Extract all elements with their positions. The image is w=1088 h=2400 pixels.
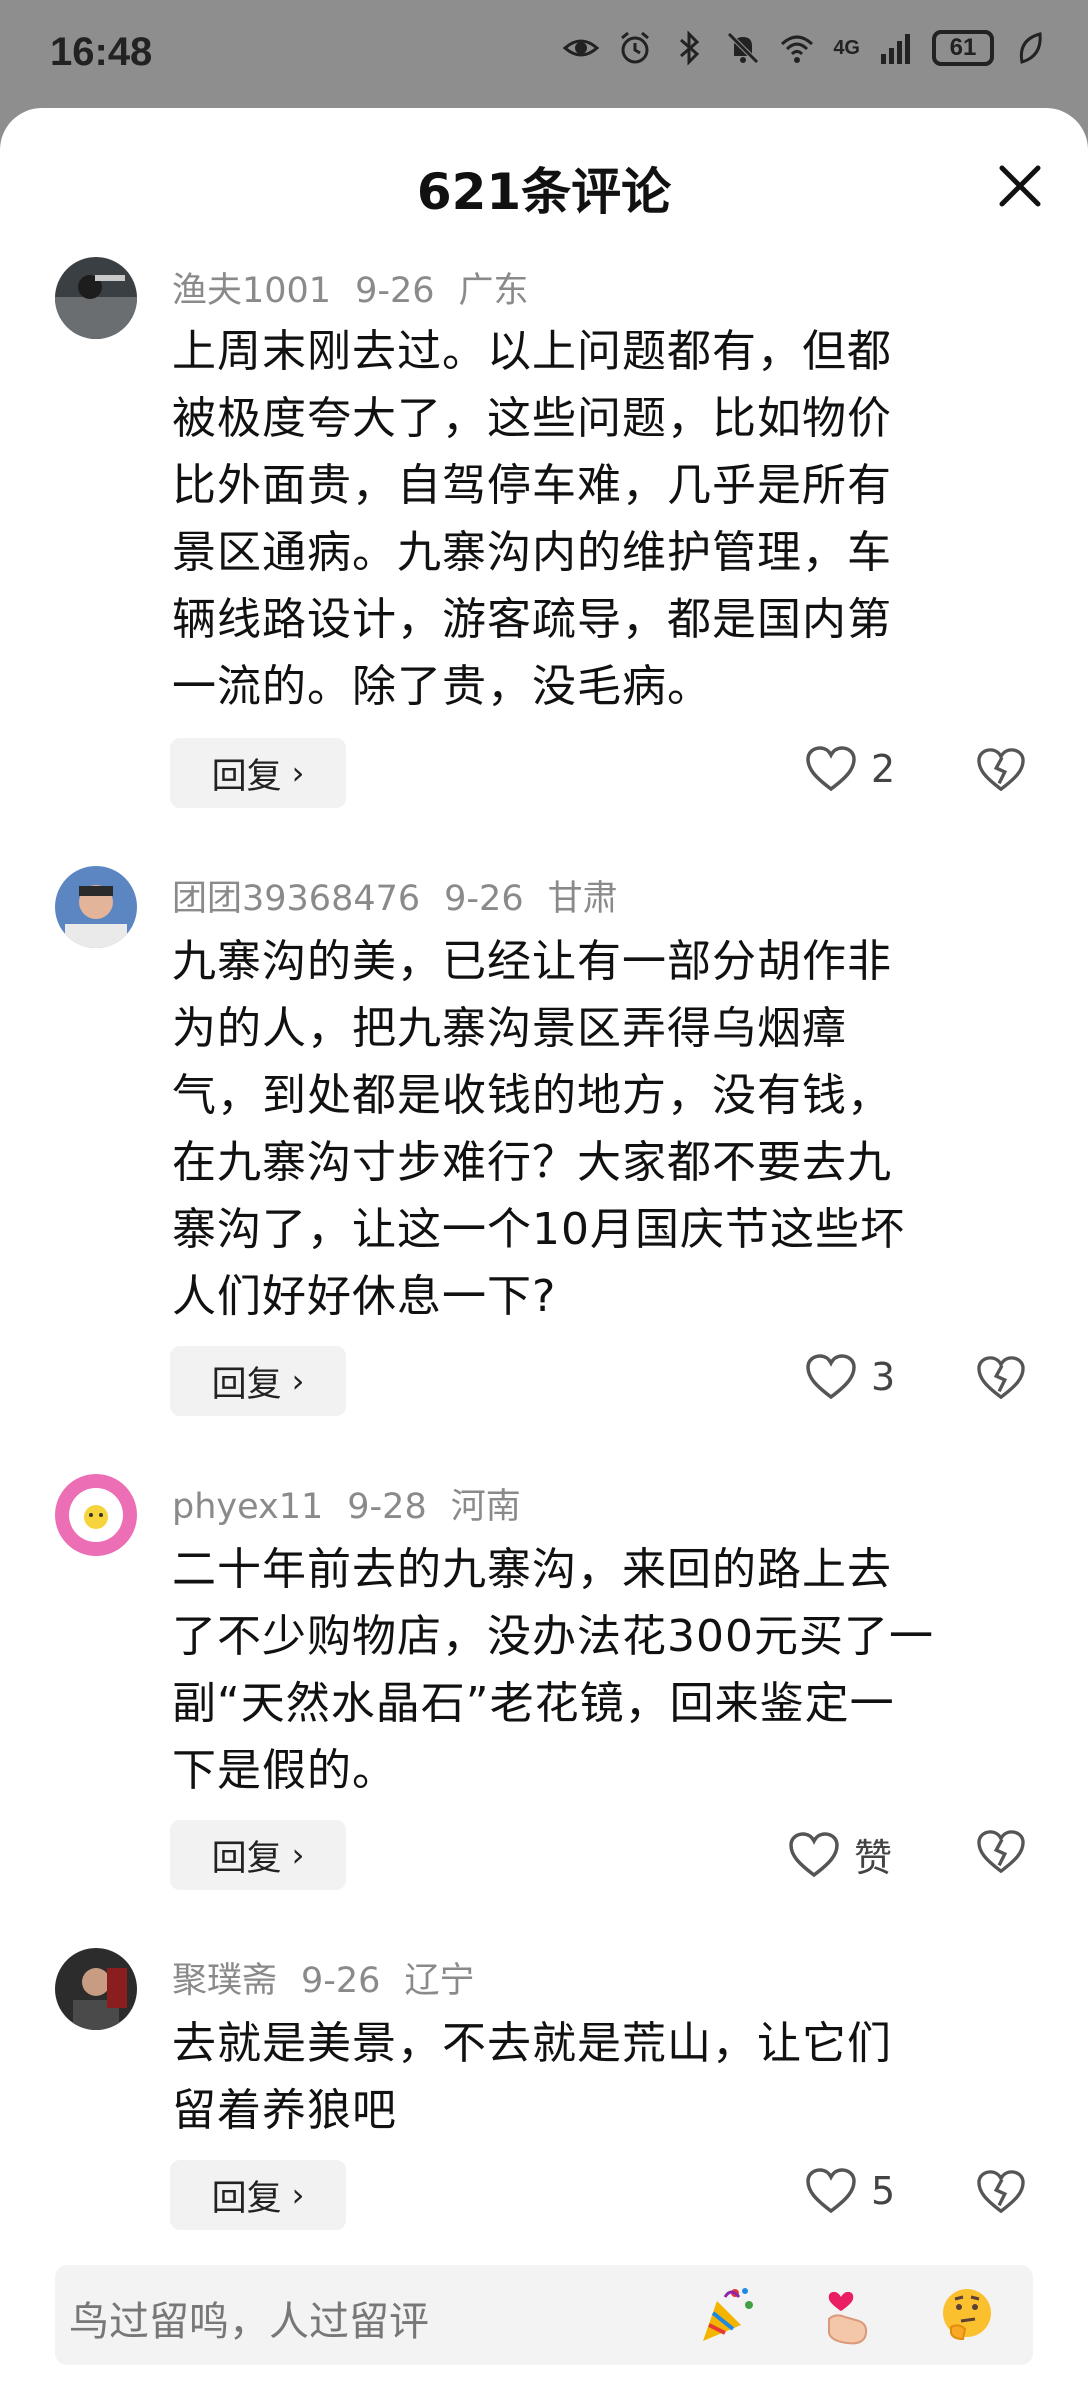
eye-icon: [563, 39, 600, 57]
comment-line: 一流的。除了贵，没毛病。: [172, 661, 712, 712]
comment-location: 广东: [458, 271, 529, 311]
comment-meta: phyex11 9-28 河南: [172, 1478, 545, 1529]
mute-bell-icon: [727, 32, 760, 64]
reply-label: 回复: [211, 1838, 282, 1879]
reply-label: 回复: [211, 1364, 282, 1405]
like-count: 3: [871, 1355, 896, 1399]
like-button[interactable]: 赞: [788, 1827, 892, 1882]
comment-username[interactable]: 聚璞斋: [172, 1961, 277, 2001]
comment-username[interactable]: 渔夫1001: [172, 271, 331, 311]
reply-label: 回复: [211, 756, 282, 797]
comment-location: 辽宁: [404, 1961, 475, 2001]
battery-indicator: 61: [932, 30, 994, 66]
comment-text: 二十年前去的九寨沟，来回的路上去 了不少购物店，没办法花300元买了一 副“天然…: [172, 1536, 1032, 1804]
leaf-icon: [1019, 32, 1042, 64]
comment-line: 为的人，把九寨沟景区弄得乌烟瘴: [172, 1003, 847, 1054]
comment-text: 九寨沟的美，已经让有一部分胡作非 为的人，把九寨沟景区弄得乌烟瘴 气，到处都是收…: [172, 928, 1032, 1330]
comment-line: 九寨沟的美，已经让有一部分胡作非: [172, 936, 892, 987]
comment-text: 上周末刚去过。以上问题都有，但都 被极度夸大了，这些问题，比如物价 比外面贵，自…: [172, 318, 1032, 720]
comment-line: 上周末刚去过。以上问题都有，但都: [172, 326, 892, 377]
comment-meta: 聚璞斋 9-26 辽宁: [172, 1952, 498, 2003]
alarm-icon: [621, 31, 650, 64]
chevron-right-icon: ›: [291, 754, 305, 792]
avatar[interactable]: [55, 1948, 137, 2030]
comment-line: 人们好好休息一下?: [172, 1271, 557, 1322]
comment-date: 9-26: [444, 879, 524, 919]
sheet-header: 621条评论: [0, 108, 1088, 258]
comment-username[interactable]: 团团39368476: [172, 879, 420, 919]
comment-line: 寨沟了，让这一个10月国庆节这些坏: [172, 1204, 905, 1255]
chevron-right-icon: ›: [291, 1362, 305, 1400]
comment-location: 河南: [450, 1487, 521, 1527]
network-type-label: 4G: [833, 36, 860, 59]
like-button[interactable]: 5: [805, 2167, 895, 2215]
broken-heart-icon[interactable]: [976, 1829, 1026, 1875]
broken-heart-icon[interactable]: [976, 2169, 1026, 2215]
comment-line: 比外面贵，自驾停车难，几乎是所有: [172, 460, 892, 511]
status-time: 16:48: [50, 30, 153, 74]
comment-username[interactable]: phyex11: [172, 1487, 323, 1527]
thinking-face-icon[interactable]: [935, 2283, 999, 2347]
avatar[interactable]: [55, 866, 137, 948]
reply-button[interactable]: 回复 ›: [170, 1820, 346, 1890]
heart-icon: [789, 1831, 839, 1877]
reply-button[interactable]: 回复 ›: [170, 2160, 346, 2230]
heart-icon: [806, 2168, 856, 2214]
comment-input-bar[interactable]: 鸟过留鸣，人过留评: [55, 2265, 1033, 2365]
comment-text: 去就是美景，不去就是荒山，让它们 留着养狼吧: [172, 2010, 1032, 2144]
comment-date: 9-26: [355, 271, 435, 311]
comment-line: 二十年前去的九寨沟，来回的路上去: [172, 1544, 892, 1595]
comment-line: 辆线路设计，游客疏导，都是国内第: [172, 594, 892, 645]
broken-heart-icon[interactable]: [976, 747, 1026, 793]
comment-location: 甘肃: [547, 879, 618, 919]
reply-button[interactable]: 回复 ›: [170, 738, 346, 808]
wifi-icon: [781, 35, 814, 63]
finger-heart-icon[interactable]: [815, 2283, 879, 2347]
comments-count-title: 621条评论: [416, 163, 672, 221]
comment-line: 景区通病。九寨沟内的维护管理，车: [172, 527, 892, 578]
signal-icon: [881, 34, 910, 64]
status-icons: 4G 61: [563, 30, 1048, 66]
comment-line: 在九寨沟寸步难行？大家都不要去九: [172, 1137, 892, 1188]
reply-label: 回复: [211, 2178, 282, 2219]
close-icon[interactable]: [992, 158, 1048, 214]
avatar[interactable]: [55, 1474, 137, 1556]
comment-date: 9-28: [347, 1487, 427, 1527]
comment-line: 被极度夸大了，这些问题，比如物价: [172, 393, 892, 444]
heart-icon: [806, 1354, 856, 1400]
like-count: 5: [871, 2169, 896, 2213]
avatar[interactable]: [55, 257, 137, 339]
reply-button[interactable]: 回复 ›: [170, 1346, 346, 1416]
like-button[interactable]: 3: [805, 1353, 895, 1401]
like-count: 2: [871, 747, 896, 791]
broken-heart-icon[interactable]: [976, 1355, 1026, 1401]
comment-line: 留着养狼吧: [172, 2085, 397, 2136]
comment-meta: 团团39368476 9-26 甘肃: [172, 870, 642, 921]
chevron-right-icon: ›: [291, 2176, 305, 2214]
status-bar: 16:48 4G 61: [0, 0, 1088, 110]
comment-line: 下是假的。: [172, 1745, 397, 1796]
comment-line: 去就是美景，不去就是荒山，让它们: [172, 2018, 892, 2069]
comment-date: 9-26: [301, 1961, 381, 2001]
heart-icon: [806, 746, 856, 792]
like-count: 赞: [854, 1836, 893, 1880]
comment-meta: 渔夫1001 9-26 广东: [172, 262, 553, 313]
chevron-right-icon: ›: [291, 1836, 305, 1874]
comment-input-placeholder[interactable]: 鸟过留鸣，人过留评: [69, 2289, 429, 2347]
comment-line: 气，到处都是收钱的地方，没有钱，: [172, 1070, 892, 1121]
comment-line: 副“天然水晶石”老花镜，回来鉴定一: [172, 1678, 895, 1729]
bluetooth-icon: [680, 30, 700, 66]
comment-line: 了不少购物店，没办法花300元买了一: [172, 1611, 934, 1662]
like-button[interactable]: 2: [805, 745, 895, 793]
party-popper-icon[interactable]: [695, 2283, 759, 2347]
